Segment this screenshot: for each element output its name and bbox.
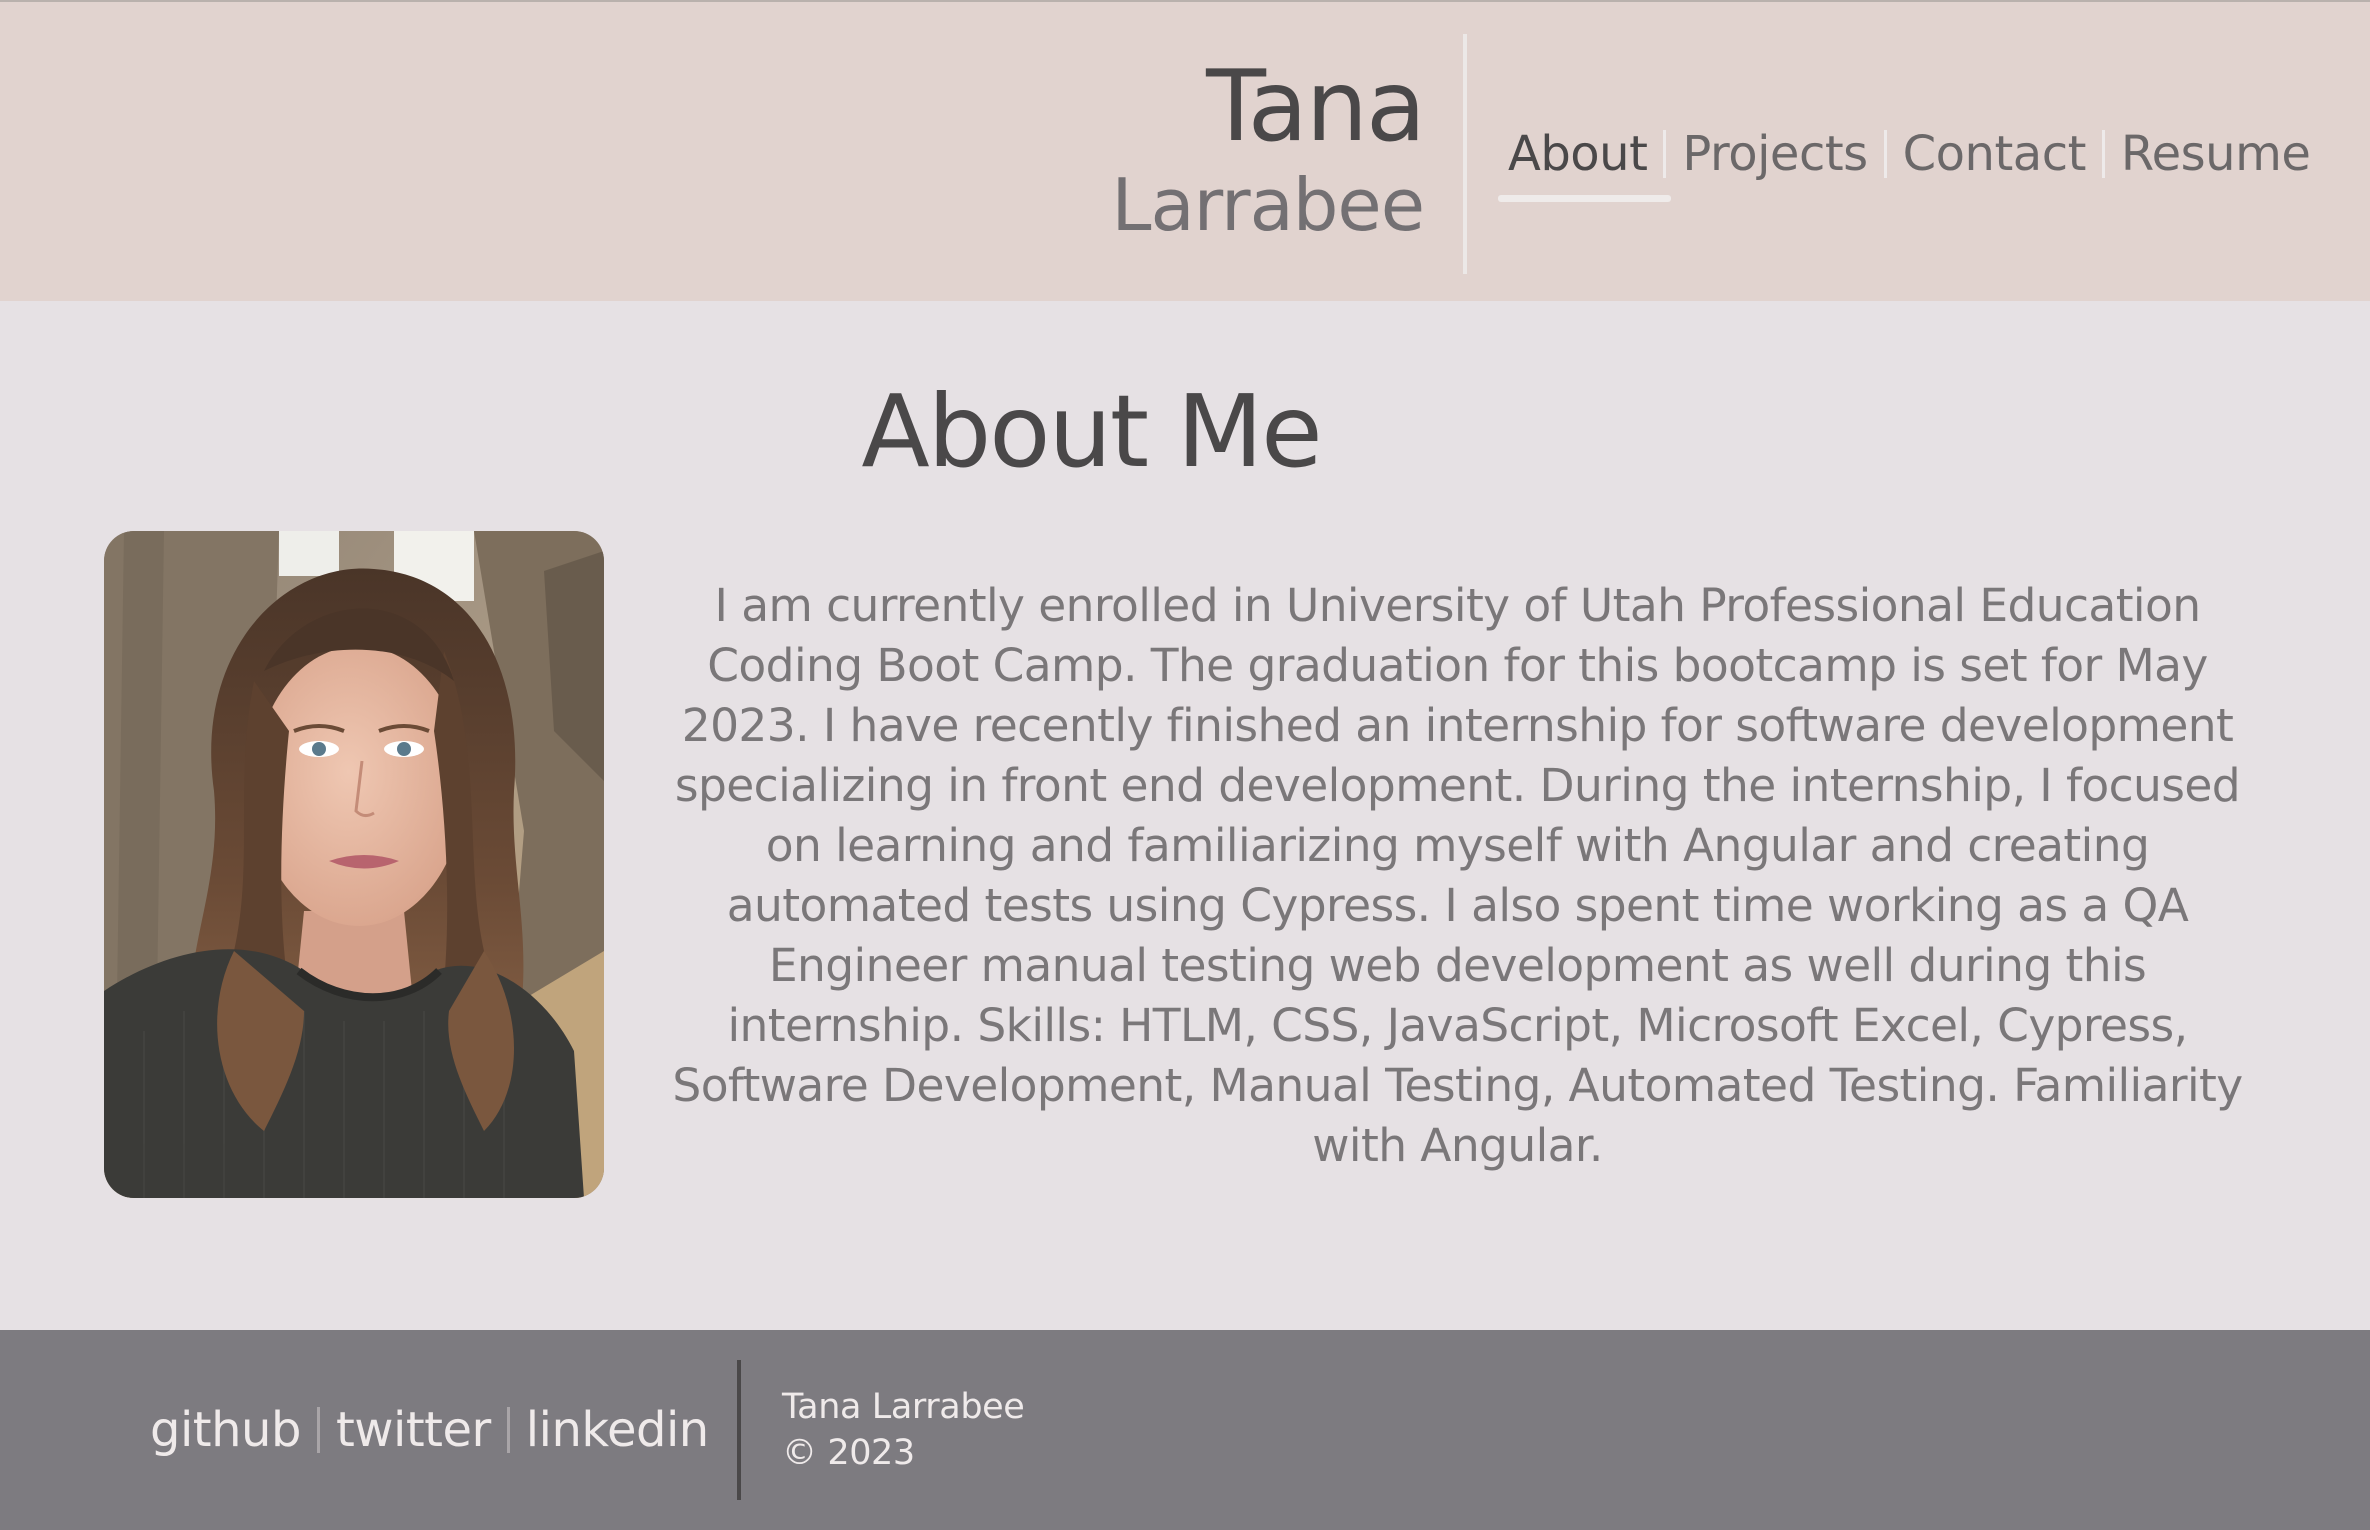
nav-separator <box>2101 130 2105 178</box>
nav-about[interactable]: About <box>1497 122 1672 202</box>
page-title: About Me <box>861 373 1322 490</box>
twitter-link[interactable]: twitter <box>336 1398 491 1462</box>
site-header: Tana Larrabee About Projects Contact Res… <box>0 0 2370 301</box>
footer-divider <box>737 1360 741 1500</box>
copyright-year: © 2023 <box>782 1433 915 1473</box>
site-logo-name[interactable]: Tana Larrabee <box>1111 50 1426 248</box>
about-bio: I am currently enrolled in University of… <box>672 579 2243 1172</box>
page: Tana Larrabee About Projects Contact Res… <box>0 0 2370 1530</box>
nav-separator <box>1663 130 1667 178</box>
social-links: github twitter linkedin <box>150 1398 709 1462</box>
header-divider <box>1463 34 1467 274</box>
nav-separator <box>1883 130 1887 178</box>
main-nav: About Projects Contact Resume <box>1497 122 2311 202</box>
first-name: Tana <box>1206 50 1426 164</box>
nav-resume[interactable]: Resume <box>2121 122 2311 186</box>
nav-projects[interactable]: Projects <box>1682 122 1868 186</box>
social-separator <box>506 1407 510 1453</box>
profile-photo <box>104 531 604 1198</box>
last-name: Larrabee <box>1111 163 1425 247</box>
copyright-block: Tana Larrabee © 2023 <box>782 1384 1025 1476</box>
copyright-owner: Tana Larrabee <box>782 1387 1025 1427</box>
linkedin-link[interactable]: linkedin <box>526 1398 709 1462</box>
nav-contact[interactable]: Contact <box>1903 122 2087 186</box>
github-link[interactable]: github <box>150 1398 301 1462</box>
social-separator <box>316 1407 320 1453</box>
